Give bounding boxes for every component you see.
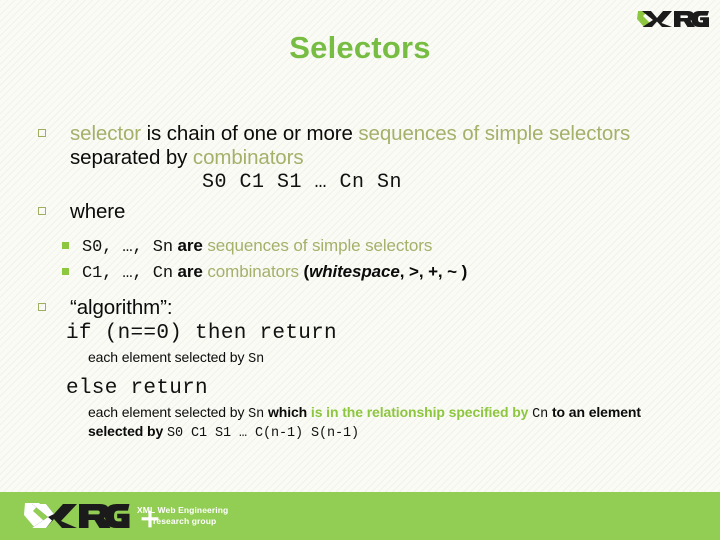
plus-icon bbox=[141, 510, 159, 528]
term-relationship-specified-by: is in the relationship specified by bbox=[310, 403, 529, 420]
code-s0-sn: S0, …, Sn bbox=[82, 237, 173, 257]
footer-band: XML Web Engineering research group bbox=[0, 492, 720, 540]
hollow-square-bullet-icon bbox=[38, 302, 46, 311]
sub-bullet-combinators: C1, …, Cn are combinators (whitespace, >… bbox=[56, 260, 692, 286]
footer-logo-group: XML Web Engineering research group bbox=[22, 499, 228, 533]
term-selector: selector bbox=[70, 122, 141, 145]
bullet-selector-definition: selector is chain of one or more sequenc… bbox=[32, 122, 692, 170]
slide: Selectors selector is chain of one or mo… bbox=[0, 0, 720, 540]
filled-square-bullet-icon bbox=[62, 241, 69, 249]
note-else-text-which: which bbox=[264, 403, 311, 420]
term-combinators-2: combinators bbox=[207, 261, 299, 281]
slide-body: selector is chain of one or more sequenc… bbox=[32, 122, 692, 442]
header-xrg-logo bbox=[634, 6, 710, 32]
text-separated-by: separated by bbox=[70, 146, 193, 170]
note-else-text-1: each element selected by bbox=[88, 403, 249, 420]
page-title: Selectors bbox=[289, 30, 431, 65]
footer-xrg-logo-icon bbox=[24, 503, 130, 528]
label-algorithm: “algorithm”: bbox=[70, 295, 173, 319]
label-where: where bbox=[70, 200, 126, 224]
term-whitespace: whitespace bbox=[309, 261, 400, 281]
xrg-logo-icon bbox=[637, 11, 709, 27]
term-combinators: combinators bbox=[192, 146, 304, 170]
text-are-1: are bbox=[172, 235, 208, 255]
paren-open: ( bbox=[298, 261, 310, 281]
note-else-code-chain: S0 C1 S1 … C(n-1) S(n-1) bbox=[166, 426, 359, 442]
bullet-algorithm: “algorithm”: bbox=[32, 296, 692, 320]
code-if-line: if (n==0) then return bbox=[66, 322, 337, 345]
combinator-symbols: , >, +, ~ ) bbox=[399, 261, 468, 281]
note-else-code-cn: Cn bbox=[532, 406, 549, 422]
term-sequences-of-simple-selectors-2: sequences of simple selectors bbox=[207, 235, 433, 255]
note-if-text: each element selected by bbox=[88, 349, 249, 366]
note-else-code-sn: Sn bbox=[248, 406, 265, 422]
hollow-square-bullet-icon bbox=[38, 129, 46, 137]
where-sublist: S0, …, Sn are sequences of simple select… bbox=[32, 234, 692, 286]
term-sequences-of-simple-selectors: sequences of simple selectors bbox=[358, 122, 631, 145]
algorithm-block: “algorithm”: if (n==0) then return each … bbox=[32, 296, 692, 443]
code-else-line: else return bbox=[66, 376, 208, 400]
note-if-code: Sn bbox=[248, 352, 265, 368]
bullet-where: where bbox=[32, 200, 692, 224]
code-c1-cn: C1, …, Cn bbox=[82, 263, 173, 283]
sub-bullet-sequences: S0, …, Sn are sequences of simple select… bbox=[56, 234, 692, 260]
text-are-2: are bbox=[172, 261, 208, 281]
hollow-square-bullet-icon bbox=[38, 207, 46, 216]
filled-square-bullet-icon bbox=[62, 267, 69, 275]
code-selector-chain: S0 C1 S1 … Cn Sn bbox=[201, 171, 403, 195]
note-else-return: each element selected by Sn which is in … bbox=[32, 404, 692, 443]
text-is-chain-of: is chain of one or more bbox=[140, 122, 359, 145]
note-if-return: each element selected by Sn bbox=[32, 349, 692, 368]
